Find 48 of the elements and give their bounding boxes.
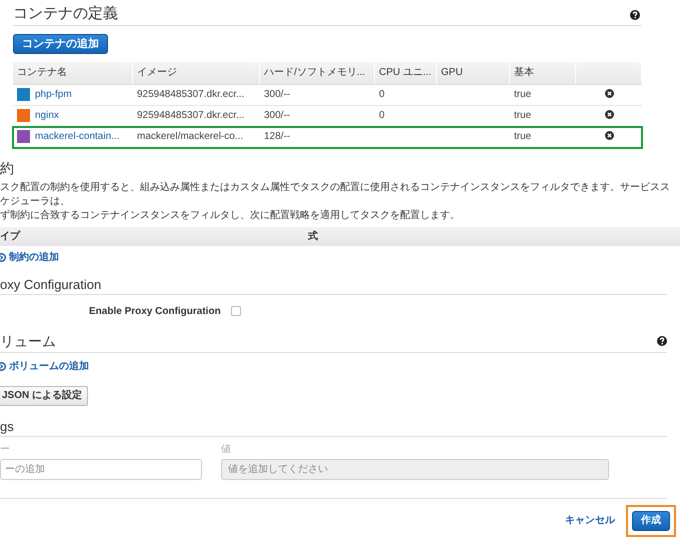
remove-icon[interactable] — [604, 88, 614, 98]
chevron-circle-icon — [0, 362, 6, 371]
description-text: ず制約に合致するコンテナインスタンスをフィルタし、次に配置戦略を適用してタスクを配置します。 — [0, 208, 461, 223]
table-cell-text: 925948485307.dkr.ecr... — [137, 88, 244, 102]
container-name-link[interactable]: mackerel-contain... — [35, 129, 120, 144]
value-input-field: 値を追加してください — [221, 458, 609, 480]
column-header: イメージ — [137, 66, 177, 80]
table-cell-text: 0 — [379, 88, 385, 102]
section-title: コンテナの定義 — [13, 4, 118, 24]
field-label: 値 — [221, 442, 232, 455]
field-label: ー — [0, 442, 11, 455]
key-input-field[interactable]: ーの追加 — [0, 458, 202, 480]
column-header: GPU — [441, 66, 463, 80]
remove-icon[interactable] — [604, 130, 614, 140]
help-icon[interactable] — [657, 336, 667, 346]
container-name-link[interactable]: php-fpm — [35, 87, 72, 102]
section-title: oxy Configuration — [0, 276, 102, 294]
add-container-button[interactable]: コンテナの追加 — [13, 34, 108, 54]
column-header: 式 — [308, 230, 318, 244]
add-volume-link[interactable]: ボリュームの追加 — [0, 358, 89, 374]
remove-icon[interactable] — [604, 110, 614, 119]
create-button[interactable]: 作成 — [632, 510, 670, 531]
help-icon[interactable] — [630, 10, 640, 20]
table-cell-text: mackerel/mackerel-co... — [137, 130, 244, 144]
section-title: リューム — [0, 332, 56, 351]
checkbox-label: Enable Proxy Configuration — [89, 304, 221, 319]
table-cell-text: 925948485307.dkr.ecr... — [137, 109, 244, 124]
chevron-circle-icon — [0, 252, 6, 262]
container-name-link[interactable]: nginx — [35, 108, 59, 124]
table-cell-text: true — [514, 109, 532, 124]
column-header: CPU ユニ... — [379, 66, 432, 80]
table-cell-text: 300/-- — [264, 88, 290, 102]
table-cell-text: 300/-- — [264, 109, 290, 124]
configure-json-button[interactable]: JSON による設定 — [0, 386, 88, 406]
table-cell-text: 128/-- — [264, 130, 290, 144]
table-cell-text: 0 — [379, 109, 385, 124]
cancel-link[interactable]: キャンセル — [565, 513, 615, 528]
table-cell-text: true — [514, 88, 532, 102]
column-header: ハード/ソフトメモリ... — [264, 66, 366, 80]
table-cell-text: true — [514, 130, 532, 144]
column-header: コンテナ名 — [17, 66, 67, 80]
section-title: 約 — [0, 158, 15, 178]
add-constraint-link[interactable]: 制約の追加 — [0, 250, 59, 265]
proxy-checkbox[interactable] — [230, 306, 241, 316]
section-title: gs — [0, 418, 15, 436]
column-header: イプ — [0, 229, 22, 244]
description-text: スク配置の制約を使用すると、組み込み属性またはカスタム属性でタスクの配置に使用されるコンテナインスタンスをフィルタできます。サービススケジューラは、 — [0, 180, 671, 209]
column-header: 基本 — [514, 66, 534, 80]
